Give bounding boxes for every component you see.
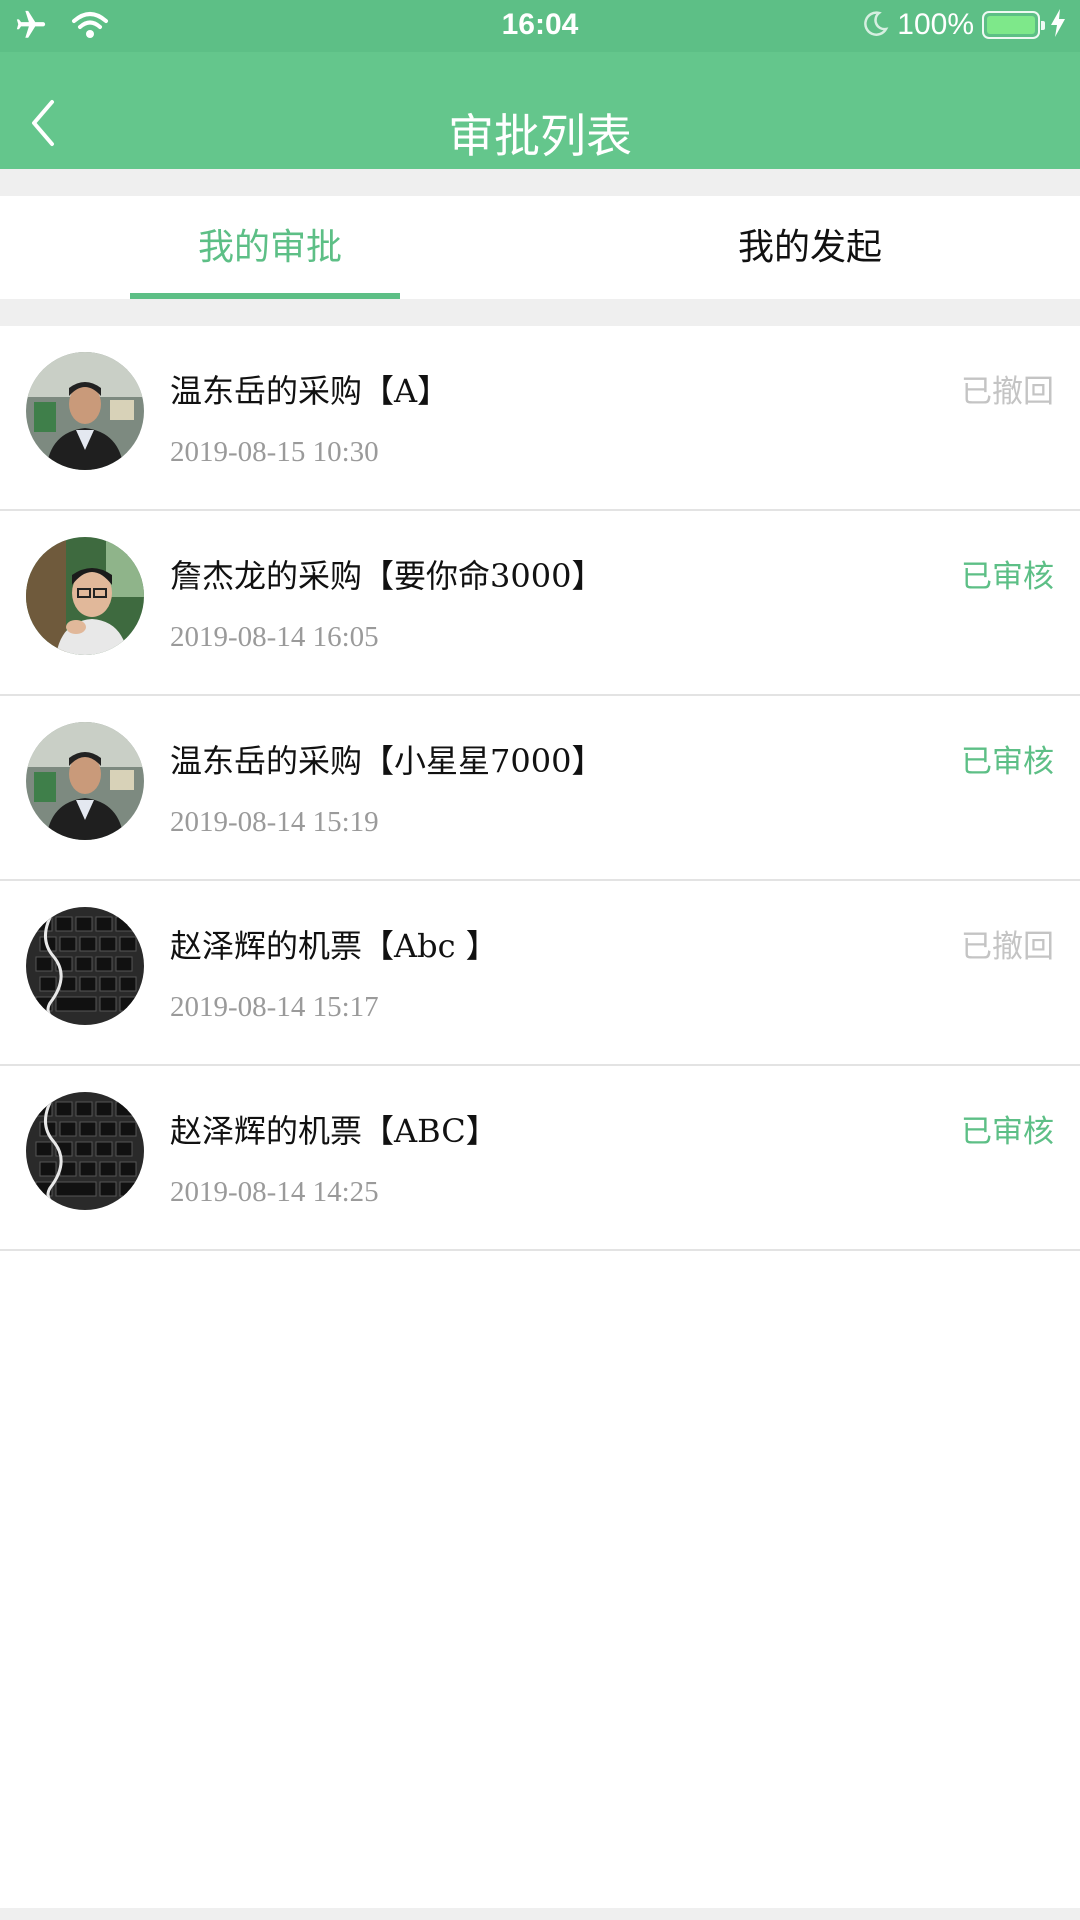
battery-level-fill bbox=[987, 16, 1035, 34]
item-title: 赵泽辉的机票【Abc 】 bbox=[170, 927, 498, 965]
item-title: 詹杰龙的采购【要你命3000】 bbox=[170, 557, 604, 595]
status-badge: 已审核 bbox=[961, 1114, 1054, 1150]
status-right-icons: 100% bbox=[861, 8, 1068, 42]
status-bar: 16:04 100% bbox=[0, 0, 1080, 52]
nav-bar: 审批列表 bbox=[0, 52, 1080, 169]
battery-percent: 100% bbox=[897, 8, 974, 41]
status-badge: 已审核 bbox=[961, 559, 1054, 595]
tab-my-approvals[interactable]: 我的审批 bbox=[0, 196, 540, 299]
charging-icon bbox=[1048, 8, 1068, 42]
avatar bbox=[26, 352, 144, 470]
list-item[interactable]: 赵泽辉的机票【Abc 】 2019-08-14 15:17 已撤回 bbox=[0, 881, 1080, 1066]
bottom-divider bbox=[0, 1908, 1080, 1920]
status-badge: 已审核 bbox=[961, 744, 1054, 780]
avatar bbox=[26, 722, 144, 840]
item-time: 2019-08-15 10:30 bbox=[170, 436, 379, 468]
status-badge: 已撤回 bbox=[961, 374, 1054, 410]
list-item[interactable]: 赵泽辉的机票【ABC】 2019-08-14 14:25 已审核 bbox=[0, 1066, 1080, 1251]
item-title: 温东岳的采购【小星星7000】 bbox=[170, 742, 604, 780]
item-time: 2019-08-14 14:25 bbox=[170, 1176, 379, 1208]
list-item[interactable]: 詹杰龙的采购【要你命3000】 2019-08-14 16:05 已审核 bbox=[0, 511, 1080, 696]
divider bbox=[0, 169, 1080, 196]
avatar bbox=[26, 537, 144, 655]
item-time: 2019-08-14 15:17 bbox=[170, 991, 379, 1023]
divider bbox=[0, 299, 1080, 326]
item-time: 2019-08-14 16:05 bbox=[170, 621, 379, 653]
item-title: 赵泽辉的机票【ABC】 bbox=[170, 1112, 498, 1150]
tab-bar: 我的审批 我的发起 bbox=[0, 196, 1080, 299]
page-title: 审批列表 bbox=[448, 109, 632, 163]
battery-icon bbox=[982, 11, 1045, 39]
list-item[interactable]: 温东岳的采购【A】 2019-08-15 10:30 已撤回 bbox=[0, 326, 1080, 511]
item-time: 2019-08-14 15:19 bbox=[170, 806, 379, 838]
list-item[interactable]: 温东岳的采购【小星星7000】 2019-08-14 15:19 已审核 bbox=[0, 696, 1080, 881]
avatar bbox=[26, 907, 144, 1025]
approval-list: 温东岳的采购【A】 2019-08-15 10:30 已撤回 詹杰龙的采购【要你… bbox=[0, 326, 1080, 1251]
item-title: 温东岳的采购【A】 bbox=[170, 372, 450, 410]
avatar bbox=[26, 1092, 144, 1210]
status-badge: 已撤回 bbox=[961, 929, 1054, 965]
moon-icon bbox=[861, 9, 889, 41]
tab-my-initiated[interactable]: 我的发起 bbox=[540, 196, 1080, 299]
